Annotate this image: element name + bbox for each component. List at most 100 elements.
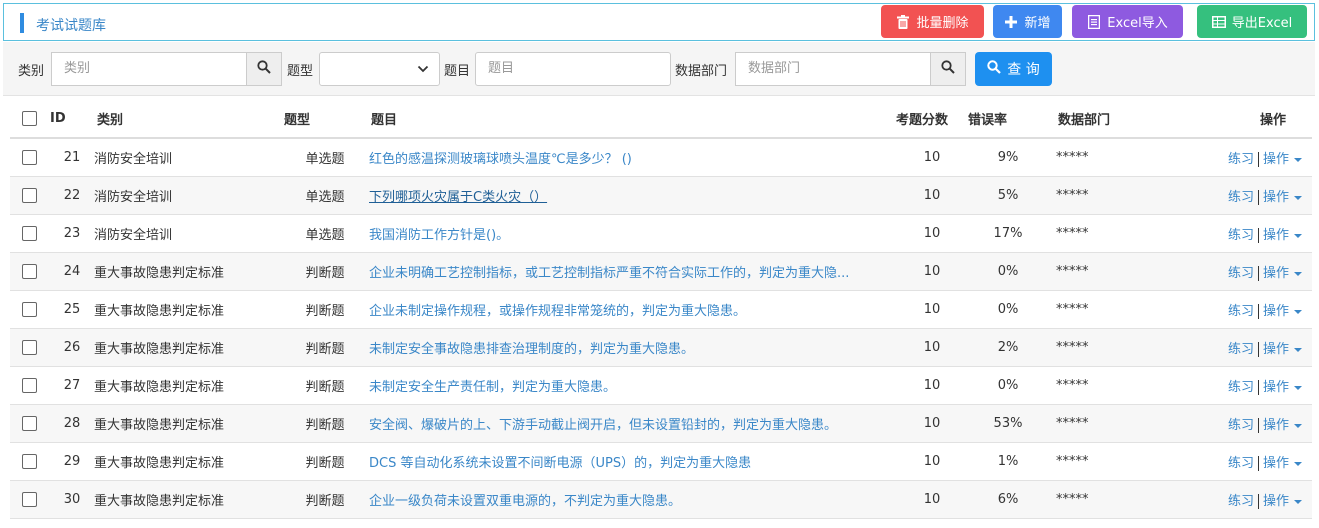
table-row[interactable]: 23 消防安全培训 单选题 我国消防工作方针是()。 10 17% ***** 练习 操作 (10, 214, 1312, 253)
row-question-cell: 下列哪项火灾属于C类火灾（） (366, 176, 896, 215)
row-checkbox[interactable] (22, 188, 37, 203)
action-separator (1257, 152, 1259, 167)
row-checkbox[interactable] (22, 226, 37, 241)
row-id: 26 (50, 328, 94, 367)
dept-search-button[interactable] (930, 52, 966, 86)
table-row[interactable]: 22 消防安全培训 单选题 下列哪项火灾属于C类火灾（） 10 5% ***** 练习 操作 (10, 176, 1312, 215)
practice-link[interactable]: 练习 (1228, 228, 1254, 243)
col-dept[interactable]: 数据部门 (1048, 100, 1178, 139)
table-row[interactable]: 25 重大事故隐患判定标准 判断题 企业未制定操作规程，或操作规程非常笼统的，判定为重… (10, 290, 1312, 329)
question-link[interactable]: 企业一级负荷未设置双重电源的，不判定为重大隐患。 (369, 490, 889, 509)
practice-link[interactable]: 练习 (1228, 494, 1254, 509)
row-checkbox[interactable] (22, 492, 37, 507)
practice-link[interactable]: 练习 (1228, 456, 1254, 471)
practice-link[interactable]: 练习 (1228, 342, 1254, 357)
question-link[interactable]: 下列哪项火灾属于C类火灾（） (369, 186, 889, 205)
row-error-rate: 6% (968, 480, 1048, 519)
practice-link[interactable]: 练习 (1228, 304, 1254, 319)
question-link[interactable]: 未制定安全事故隐患排查治理制度的，判定为重大隐患。 (369, 338, 889, 357)
row-category: 重大事故隐患判定标准 (94, 252, 284, 291)
action-separator (1257, 228, 1259, 243)
query-button[interactable]: 查 询 (975, 52, 1052, 86)
row-checkbox[interactable] (22, 264, 37, 279)
row-select-cell (10, 252, 50, 291)
caret-down-icon (1294, 157, 1302, 162)
question-link[interactable]: 企业未制定操作规程，或操作规程非常笼统的，判定为重大隐患。 (369, 300, 889, 319)
table-row[interactable]: 21 消防安全培训 单选题 红色的感温探测玻璃球喷头温度℃是多少？ () 10 9% ***… (10, 138, 1312, 177)
actions-dropdown[interactable]: 操作 (1263, 266, 1302, 281)
question-link[interactable]: 企业未明确工艺控制指标，或工艺控制指标严重不符合实际工作的，判定为重大隐... (369, 262, 889, 281)
table-body: 21 消防安全培训 单选题 红色的感温探测玻璃球喷头温度℃是多少？ () 10 9% ***… (10, 138, 1312, 519)
row-error-rate: 0% (968, 252, 1048, 291)
action-separator (1257, 494, 1259, 509)
table-row[interactable]: 30 重大事故隐患判定标准 判断题 企业一级负荷未设置双重电源的，不判定为重大隐患。 1… (10, 480, 1312, 519)
row-category: 重大事故隐患判定标准 (94, 328, 284, 367)
category-search-button[interactable] (246, 52, 282, 86)
category-filter-label: 类别 (18, 64, 45, 79)
practice-link[interactable]: 练习 (1228, 418, 1254, 433)
actions-dropdown[interactable]: 操作 (1263, 228, 1302, 243)
col-error-rate[interactable]: 错误率 (968, 100, 1048, 139)
row-category: 重大事故隐患判定标准 (94, 442, 284, 481)
actions-dropdown[interactable]: 操作 (1263, 190, 1302, 205)
row-checkbox[interactable] (22, 416, 37, 431)
row-checkbox[interactable] (22, 454, 37, 469)
actions-dropdown[interactable]: 操作 (1263, 418, 1302, 433)
type-filter-label: 题型 (287, 64, 314, 79)
row-checkbox[interactable] (22, 302, 37, 317)
question-link[interactable]: 安全阀、爆破片的上、下游手动截止阀开启，但未设置铅封的，判定为重大隐患。 (369, 414, 889, 433)
excel-import-button[interactable]: Excel导入 (1072, 5, 1183, 38)
dept-input[interactable]: 数据部门 (735, 52, 931, 86)
add-button[interactable]: 新增 (993, 5, 1062, 38)
row-error-rate: 9% (968, 138, 1048, 177)
practice-link[interactable]: 练习 (1228, 266, 1254, 281)
row-score: 10 (896, 480, 968, 519)
practice-link[interactable]: 练习 (1228, 380, 1254, 395)
row-actions: 练习 操作 (1178, 328, 1312, 367)
question-link[interactable]: 红色的感温探测玻璃球喷头温度℃是多少？ () (369, 148, 889, 167)
table-row[interactable]: 29 重大事故隐患判定标准 判断题 DCS 等自动化系统未设置不间断电源（UPS）的，… (10, 442, 1312, 481)
action-separator (1257, 266, 1259, 281)
col-question[interactable]: 题目 (366, 100, 896, 139)
table-row[interactable]: 27 重大事故隐患判定标准 判断题 未制定安全生产责任制，判定为重大隐患。 10 0% **… (10, 366, 1312, 405)
actions-dropdown[interactable]: 操作 (1263, 494, 1302, 509)
question-link[interactable]: DCS 等自动化系统未设置不间断电源（UPS）的，判定为重大隐患 (369, 452, 889, 471)
practice-link[interactable]: 练习 (1228, 190, 1254, 205)
row-select-cell (10, 290, 50, 329)
actions-dropdown[interactable]: 操作 (1263, 152, 1302, 167)
actions-dropdown[interactable]: 操作 (1263, 342, 1302, 357)
row-dept: ***** (1048, 328, 1178, 367)
row-type: 单选题 (284, 176, 366, 215)
caret-down-icon (1294, 499, 1302, 504)
row-question-cell: 我国消防工作方针是()。 (366, 214, 896, 253)
actions-dropdown-label: 操作 (1262, 266, 1289, 281)
question-link[interactable]: 我国消防工作方针是()。 (369, 224, 889, 243)
col-id[interactable]: ID (50, 100, 94, 139)
row-error-rate: 17% (968, 214, 1048, 253)
question-input[interactable]: 题目 (475, 52, 671, 86)
row-checkbox[interactable] (22, 378, 37, 393)
actions-dropdown[interactable]: 操作 (1263, 380, 1302, 395)
select-all-checkbox[interactable] (22, 111, 37, 126)
category-input[interactable]: 类别 (51, 52, 247, 86)
col-category[interactable]: 类别 (94, 100, 284, 139)
table-row[interactable]: 24 重大事故隐患判定标准 判断题 企业未明确工艺控制指标，或工艺控制指标严重不符合实… (10, 252, 1312, 291)
row-select-cell (10, 366, 50, 405)
actions-dropdown-label: 操作 (1262, 342, 1289, 357)
row-checkbox[interactable] (22, 340, 37, 355)
row-question-cell: DCS 等自动化系统未设置不间断电源（UPS）的，判定为重大隐患 (366, 442, 896, 481)
actions-dropdown[interactable]: 操作 (1263, 456, 1302, 471)
row-checkbox[interactable] (22, 150, 37, 165)
col-type[interactable]: 题型 (284, 100, 366, 139)
col-score[interactable]: 考题分数 (896, 100, 968, 139)
batch-delete-button[interactable]: 批量删除 (881, 5, 984, 38)
actions-dropdown[interactable]: 操作 (1263, 304, 1302, 319)
table-row[interactable]: 28 重大事故隐患判定标准 判断题 安全阀、爆破片的上、下游手动截止阀开启，但未设置铅… (10, 404, 1312, 443)
question-link[interactable]: 未制定安全生产责任制，判定为重大隐患。 (369, 376, 889, 395)
query-label: 查 询 (1007, 62, 1040, 78)
type-select[interactable] (319, 52, 440, 86)
practice-link[interactable]: 练习 (1228, 152, 1254, 167)
excel-export-button[interactable]: 导出Excel (1197, 5, 1307, 38)
table-row[interactable]: 26 重大事故隐患判定标准 判断题 未制定安全事故隐患排查治理制度的，判定为重大隐患。… (10, 328, 1312, 367)
row-category: 重大事故隐患判定标准 (94, 480, 284, 519)
